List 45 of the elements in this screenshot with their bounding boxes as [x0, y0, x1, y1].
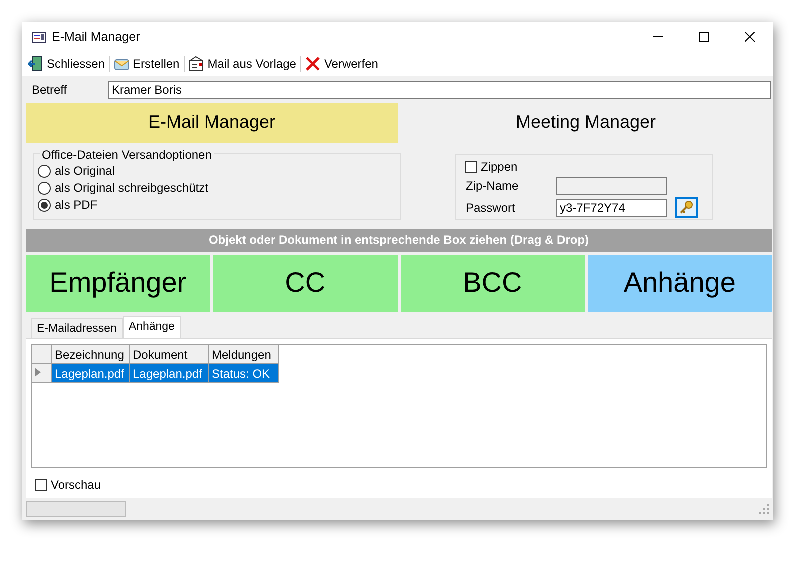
- table-cell: Lageplan.pdf: [52, 364, 130, 383]
- drop-zone[interactable]: CC: [213, 254, 398, 312]
- column-header[interactable]: Bezeichnung: [52, 344, 130, 364]
- toolbar-button[interactable]: Schliessen: [24, 54, 110, 74]
- field-label: Zip-Name: [466, 178, 520, 195]
- drop-zone[interactable]: BCC: [400, 254, 585, 312]
- drop-zone[interactable]: Empfänger: [26, 254, 210, 312]
- drag-drop-banner: Objekt oder Dokument in entsprechende Box ziehen (Drag & Drop): [26, 228, 772, 252]
- drop-zone[interactable]: Anhänge: [588, 254, 772, 312]
- radio-button[interactable]: [38, 198, 51, 212]
- radio-button[interactable]: [38, 182, 51, 195]
- radio-label: als PDF: [55, 197, 98, 214]
- checkbox[interactable]: [465, 160, 477, 173]
- table-cell: Status: OK: [209, 364, 279, 383]
- row-pointer-icon: [35, 368, 41, 378]
- window-app-icon: [32, 32, 46, 42]
- checkbox-label: Zippen: [481, 158, 518, 176]
- password-field[interactable]: y3-7F72Y74: [556, 198, 667, 217]
- subject-field[interactable]: Kramer Boris: [108, 80, 771, 99]
- key-button[interactable]: [675, 197, 698, 218]
- radio-label: als Original schreibgeschützt: [55, 180, 208, 198]
- checkbox[interactable]: [35, 478, 47, 491]
- radio-button[interactable]: [38, 164, 51, 178]
- tab[interactable]: Anhänge: [122, 316, 181, 338]
- tab[interactable]: E-Mailadressen: [31, 318, 123, 338]
- envelope-icon: [188, 56, 205, 72]
- row-header-cell[interactable]: [32, 364, 52, 383]
- toolbar-button[interactable]: Mail aus Vorlage: [184, 54, 300, 74]
- radio-label: als Original: [55, 163, 116, 180]
- manager-tab[interactable]: E-Mail Manager: [26, 102, 398, 143]
- toolbar-button[interactable]: Verwerfen: [301, 54, 382, 74]
- subject-label: Betreff: [32, 82, 68, 99]
- close-icon: [305, 56, 322, 72]
- key-icon: [679, 200, 694, 216]
- close-icon: [745, 32, 755, 42]
- resize-grip-icon: [759, 504, 769, 514]
- door-icon: [28, 56, 44, 72]
- table-cell: Lageplan.pdf: [130, 364, 209, 383]
- checkbox-label: Vorschau: [51, 476, 102, 494]
- column-header[interactable]: Dokument: [130, 344, 209, 364]
- window-title: E-Mail Manager: [52, 28, 140, 46]
- maximize-icon: [699, 32, 709, 42]
- field-label: Passwort: [466, 200, 516, 217]
- column-header[interactable]: Meldungen: [209, 344, 279, 364]
- toolbar-button[interactable]: Erstellen: [110, 54, 184, 74]
